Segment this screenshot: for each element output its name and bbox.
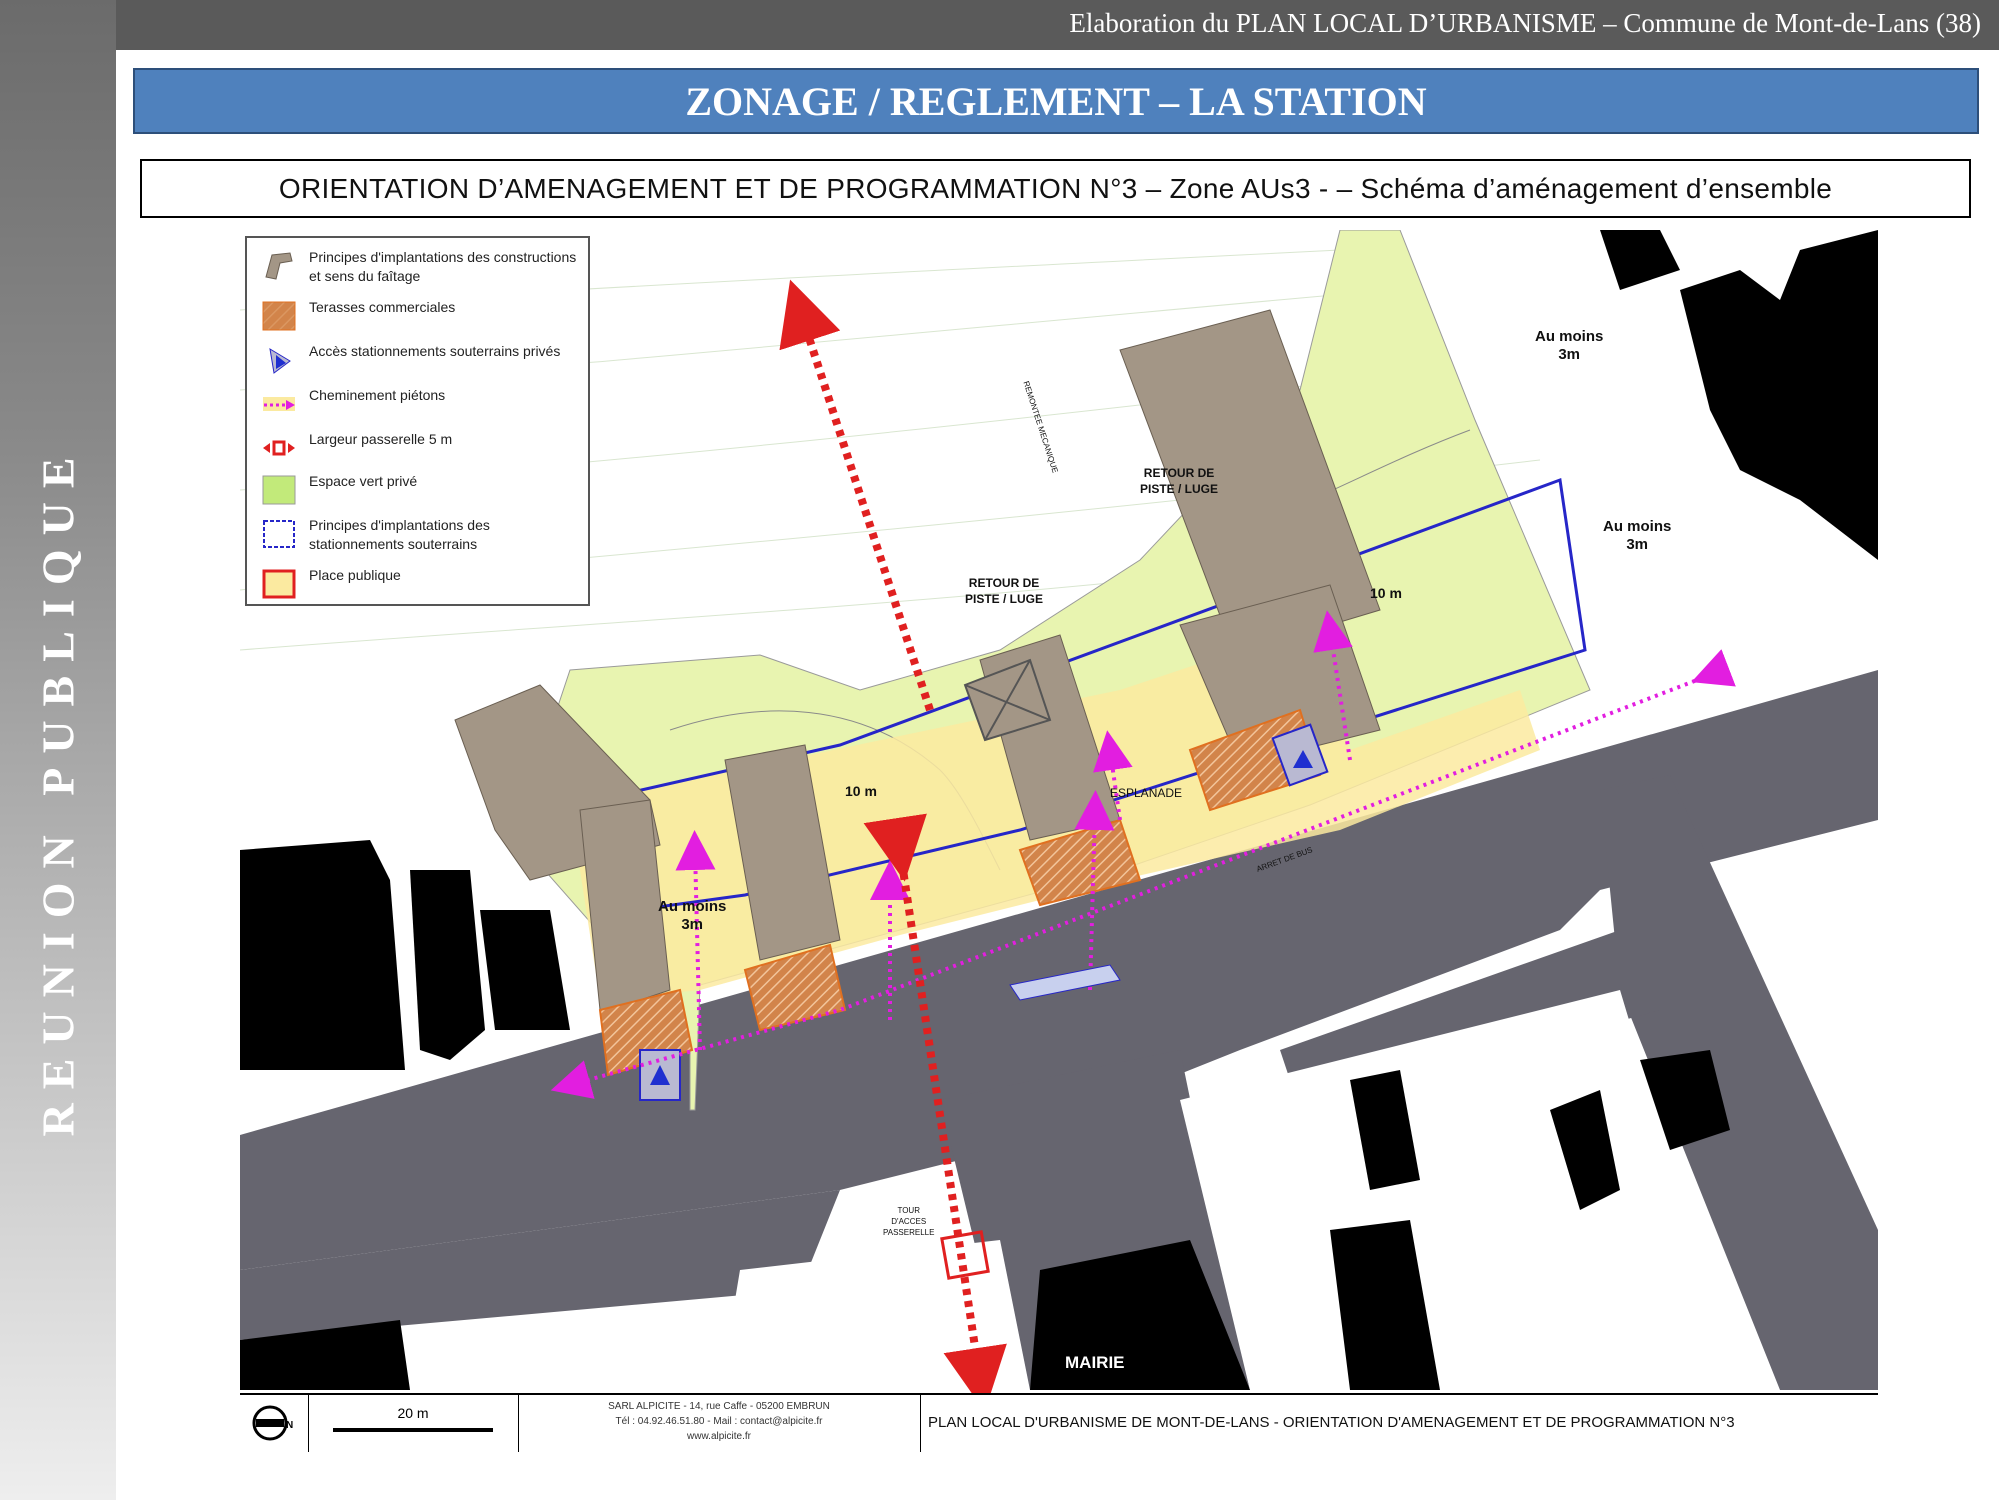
sidebar-label: REUNION PUBLIQUE [32,443,84,1137]
legend-label: Espace vert privé [309,473,418,489]
label-au-moins-top: Au moins 3m [1535,328,1604,363]
sidebar: REUNION PUBLIQUE [0,0,116,1500]
slide-title-box: ZONAGE / REGLEMENT – LA STATION [133,68,1979,134]
north-arrow-icon: N [252,1405,293,1441]
label-mairie: MAIRIE [1065,1353,1125,1372]
legend-item-passerelle: Largeur passerelle 5 m [247,428,592,468]
legend-item-place: Place publique [247,564,592,604]
blue-dashed-box-icon [263,520,295,548]
green-swatch [262,475,296,505]
red-dashed-arrow-icon [263,440,295,456]
subtitle: ORIENTATION D’AMENAGEMENT ET DE PROGRAMM… [278,172,1833,204]
label-retour-piste-1: RETOUR DE PISTE / LUGE [1140,466,1219,496]
legend-label: Principes d'implantations des constructi… [309,249,577,284]
label-tour-acces: TOUR D'ACCES PASSERELLE [883,1206,935,1237]
legend-item-pietons: Cheminement piétons [247,384,592,424]
svg-text:N: N [286,1420,293,1431]
hatched-orange-swatch [262,301,296,331]
yellow-red-box-icon [262,569,296,599]
map-footer: N 20 m SARL ALPICITE - 14, rue Caffe - 0… [240,1393,1878,1452]
north-arrow-cell: N [240,1395,309,1452]
slide-title: ZONAGE / REGLEMENT – LA STATION [685,78,1427,124]
legend-item-stationnements: Principes d'implantations des stationnem… [247,514,592,560]
legend-item-acces: Accès stationnements souterrains privés [247,340,592,380]
header-text: Elaboration du PLAN LOCAL D’URBANISME – … [1069,8,1981,38]
label-retour-piste-2: RETOUR DE PISTE / LUGE [965,576,1044,606]
plan-title-cell: PLAN LOCAL D'URBANISME DE MONT-DE-LANS -… [920,1395,1878,1452]
header-bar: Elaboration du PLAN LOCAL D’URBANISME – … [116,0,1999,50]
legend-item-constructions: Principes d'implantations des constructi… [247,246,592,292]
scale-label: 20 m [397,1405,429,1421]
company-info: SARL ALPICITE - 14, rue Caffe - 05200 EM… [608,1401,830,1442]
scale-bar [333,1428,493,1432]
label-au-moins-left: Au moins 3m [658,898,727,933]
company-cell: SARL ALPICITE - 14, rue Caffe - 05200 EM… [518,1395,921,1452]
label-10m-right: 10 m [1370,585,1402,601]
subtitle-box: ORIENTATION D’AMENAGEMENT ET DE PROGRAMM… [140,159,1971,218]
legend-label: Terasses commerciales [309,299,456,315]
building-footprint-icon [265,252,293,280]
blue-triangle-icon [269,348,291,374]
scale-cell: 20 m [308,1395,519,1452]
label-10m-left: 10 m [845,783,877,799]
legend-label: Largeur passerelle 5 m [309,431,453,447]
pink-dotted-arrow-icon [263,397,295,411]
legend-item-terrasses: Terasses commerciales [247,296,592,336]
plan-title: PLAN LOCAL D'URBANISME DE MONT-DE-LANS -… [928,1414,1735,1431]
legend-label: Place publique [309,567,401,583]
legend-label: Accès stationnements souterrains privés [309,343,561,359]
label-esplanade: ESPLANADE [1110,786,1183,800]
legend-item-espace-vert: Espace vert privé [247,470,592,510]
legend-label: Principes d'implantations des stationnem… [309,517,490,552]
legend: Principes d'implantations des constructi… [245,236,590,606]
legend-label: Cheminement piétons [309,387,446,403]
label-au-moins-right: Au moins 3m [1603,518,1672,553]
